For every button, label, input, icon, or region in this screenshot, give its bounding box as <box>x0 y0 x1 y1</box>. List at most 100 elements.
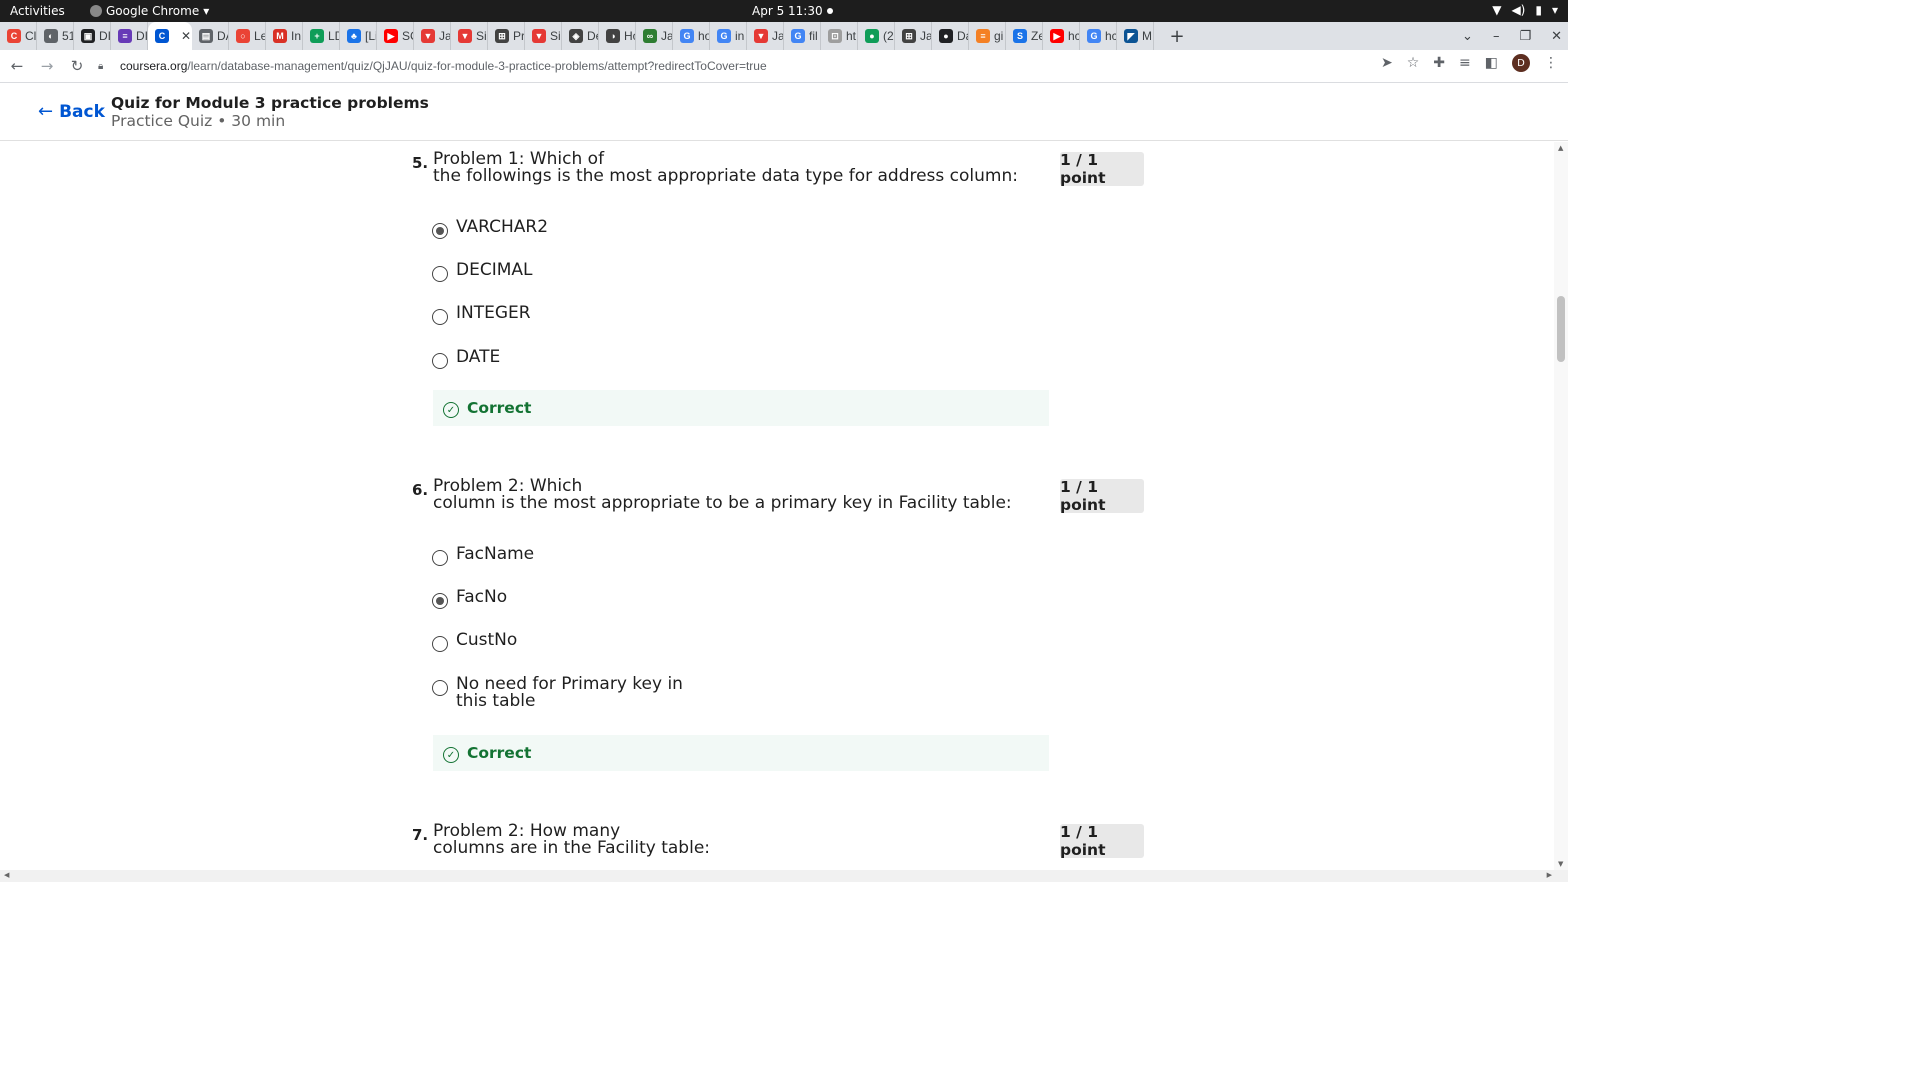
restore-icon[interactable]: ❐ <box>1519 29 1531 44</box>
back-button[interactable]: ← Back <box>38 101 105 122</box>
close-tab-icon[interactable]: ✕ <box>181 29 191 43</box>
browser-tab[interactable]: Gfil <box>784 22 821 50</box>
favicon-icon: ◑ <box>606 29 620 43</box>
radio-button[interactable] <box>432 550 448 566</box>
send-icon[interactable]: ➤ <box>1381 55 1393 71</box>
caret-down-icon: ▾ <box>1551 3 1558 17</box>
radio-button[interactable] <box>432 636 448 652</box>
favicon-icon: M <box>273 29 287 43</box>
system-tray[interactable]: ▼ ◀) ▮ ▾ <box>1492 3 1558 17</box>
toolbar-actions: ➤ ☆ ✚ ≡ ◧ D ⋮ <box>1381 54 1558 72</box>
browser-tab[interactable]: S Ze <box>1006 22 1043 50</box>
browser-tab[interactable]: ⊞ Pr <box>488 22 525 50</box>
scroll-thumb[interactable] <box>1557 296 1565 362</box>
favicon-icon: ▶ <box>384 29 398 43</box>
points-badge: 1 / 1 point <box>1060 823 1144 859</box>
tab-title: In <box>291 29 302 43</box>
browser-tab[interactable]: ⊞ Ja <box>895 22 932 50</box>
browser-tab[interactable]: ▶ hc <box>1043 22 1080 50</box>
browser-tab[interactable]: ◈ De <box>562 22 599 50</box>
browser-tab[interactable]: ● (2 <box>858 22 895 50</box>
radio-button[interactable] <box>432 680 448 696</box>
browser-tab[interactable]: ⊡ ht <box>821 22 858 50</box>
radio-button[interactable] <box>432 353 448 369</box>
browser-tab[interactable]: ▼ Si <box>451 22 488 50</box>
side-panel-icon[interactable]: ◧ <box>1485 55 1498 71</box>
answer-option[interactable]: CustNo <box>432 630 517 652</box>
scroll-up-icon[interactable]: ▲ <box>1558 144 1563 152</box>
extensions-icon[interactable]: ✚ <box>1433 55 1445 71</box>
browser-tab[interactable]: ▼ Si <box>525 22 562 50</box>
answer-option[interactable]: FacName <box>432 544 534 566</box>
reload-icon[interactable]: ↻ <box>64 53 90 79</box>
browser-tab[interactable]: Ghc <box>1080 22 1117 50</box>
browser-tab[interactable]: M In <box>266 22 303 50</box>
more-menu-icon[interactable]: ⋮ <box>1544 55 1558 71</box>
lock-icon[interactable]: 🔒︎ <box>98 61 112 72</box>
favicon-icon: ● <box>865 29 879 43</box>
browser-tab[interactable]: ≡ DI <box>111 22 148 50</box>
browser-tab[interactable]: ♣ [Li <box>340 22 377 50</box>
favicon-icon: ◈ <box>569 29 583 43</box>
vertical-scrollbar[interactable]: ▲ ▼ <box>1554 142 1568 870</box>
radio-selected[interactable] <box>432 223 448 239</box>
browser-tab[interactable]: ○ Le <box>229 22 266 50</box>
close-window-icon[interactable]: ✕ <box>1551 29 1562 44</box>
favicon-icon: G <box>1087 29 1101 43</box>
browser-tab[interactable]: ◐ 51 <box>37 22 74 50</box>
bookmark-star-icon[interactable]: ☆ <box>1407 55 1420 71</box>
activities-button[interactable]: Activities <box>10 4 65 18</box>
browser-tab[interactable]: ▣ DI <box>74 22 111 50</box>
forward-arrow-icon[interactable]: → <box>34 53 60 79</box>
horizontal-scrollbar[interactable]: ◀ ▶ <box>0 870 1568 882</box>
favicon-icon: C <box>7 29 21 43</box>
browser-tab[interactable]: ▼ Ja <box>414 22 451 50</box>
browser-tab[interactable]: ▼ Ja <box>747 22 784 50</box>
scroll-right-icon[interactable]: ▶ <box>1547 871 1552 879</box>
clock[interactable]: Apr 5 11:30 <box>752 4 823 18</box>
browser-tab[interactable]: Gho <box>673 22 710 50</box>
favicon-icon: ⊞ <box>495 29 509 43</box>
radio-selected[interactable] <box>432 593 448 609</box>
check-circle-icon: ✓ <box>443 747 459 763</box>
address-bar[interactable]: 🔒︎ coursera.org/learn/database-managemen… <box>90 53 1400 79</box>
notification-dot-icon <box>827 8 833 14</box>
tab-title: gi <box>994 29 1004 43</box>
browser-tab[interactable]: Gin <box>710 22 747 50</box>
browser-tab[interactable]: + LD <box>303 22 340 50</box>
browser-tab[interactable]: ◤ M <box>1117 22 1154 50</box>
tab-active[interactable]: C ✕ <box>148 22 192 50</box>
tab-title: Ja <box>661 29 673 43</box>
tab-search-icon[interactable]: ⌄ <box>1462 29 1473 44</box>
browser-tab[interactable]: ◑ Ho <box>599 22 636 50</box>
option-label: FacNo <box>456 587 508 607</box>
favicon-icon: G <box>791 29 805 43</box>
browser-tab[interactable]: ● Da <box>932 22 969 50</box>
minimize-icon[interactable]: – <box>1493 29 1500 44</box>
scroll-down-icon[interactable]: ▼ <box>1558 860 1563 868</box>
radio-button[interactable] <box>432 309 448 325</box>
answer-option[interactable]: VARCHAR2 <box>432 217 548 239</box>
answer-option[interactable]: DATE <box>432 347 500 369</box>
arrow-left-icon: ← <box>38 101 54 122</box>
app-menu[interactable]: Google Chrome ▾ <box>90 4 209 18</box>
new-tab-icon[interactable]: + <box>1162 26 1192 47</box>
radio-button[interactable] <box>432 266 448 282</box>
profile-avatar[interactable]: D <box>1512 54 1530 72</box>
chrome-icon <box>90 5 102 17</box>
quiz-subtitle: Practice Quiz • 30 min <box>111 112 286 130</box>
browser-tab[interactable]: C Cl <box>0 22 37 50</box>
answer-option[interactable]: No need for Primary key in this table <box>432 674 683 710</box>
answer-option[interactable]: FacNo <box>432 587 507 609</box>
tab-title: Si <box>550 29 561 43</box>
feedback-correct: ✓ Correct <box>433 390 1049 426</box>
answer-option[interactable]: INTEGER <box>432 303 531 325</box>
browser-tab[interactable]: ∞ Ja <box>636 22 673 50</box>
browser-tab[interactable]: ≡ gi <box>969 22 1006 50</box>
scroll-left-icon[interactable]: ◀ <box>4 871 9 879</box>
answer-option[interactable]: DECIMAL <box>432 260 532 282</box>
browser-tab[interactable]: ▤ DA <box>192 22 229 50</box>
reading-list-icon[interactable]: ≡ <box>1459 55 1471 71</box>
browser-tab[interactable]: ▶ SC <box>377 22 414 50</box>
back-arrow-icon[interactable]: ← <box>4 53 30 79</box>
